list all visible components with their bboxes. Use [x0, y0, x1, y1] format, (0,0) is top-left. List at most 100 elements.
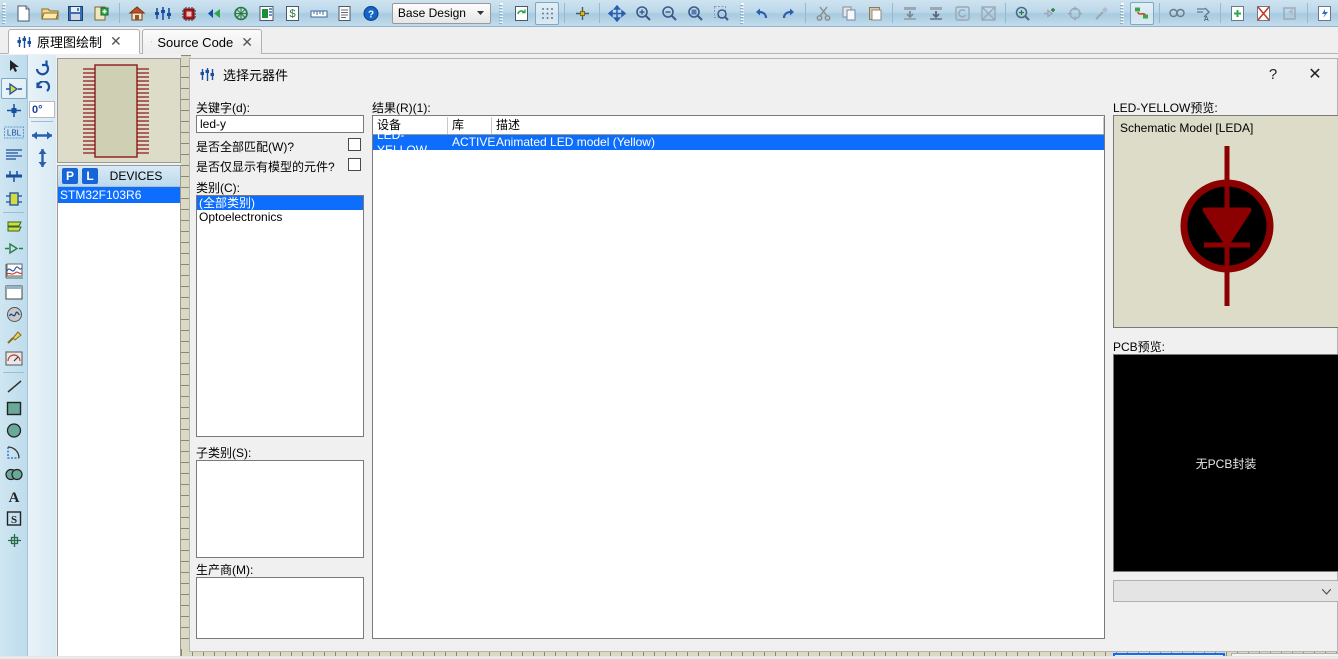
bom-icon[interactable]	[255, 2, 279, 25]
block-move-icon[interactable]	[924, 2, 948, 25]
bus-icon[interactable]	[1, 166, 27, 187]
list-item[interactable]: Optoelectronics	[197, 210, 363, 224]
rotate-ccw-icon[interactable]	[29, 79, 55, 100]
tab-schematic-close-icon[interactable]: ✕	[110, 33, 122, 50]
save-icon[interactable]	[64, 2, 88, 25]
design-selector[interactable]: Base Design	[391, 2, 492, 24]
list-item[interactable]: (全部类别)	[197, 196, 363, 210]
exit-sheet-icon[interactable]	[1278, 2, 1302, 25]
toolbar-grip-3[interactable]	[740, 2, 748, 24]
voltage-probe-icon[interactable]	[1, 326, 27, 347]
search-tag-icon[interactable]	[1165, 2, 1189, 25]
pan-icon[interactable]	[605, 2, 629, 25]
device-pin-icon[interactable]	[1, 238, 27, 259]
open-folder-icon[interactable]	[38, 2, 62, 25]
terminal-icon[interactable]	[1, 216, 27, 237]
symbol-tool-icon[interactable]: S	[1, 508, 27, 529]
origin-icon[interactable]	[570, 2, 594, 25]
junction-dot-icon[interactable]	[1, 100, 27, 121]
help-icon[interactable]: ?	[359, 2, 383, 25]
dialog-help-button[interactable]: ?	[1253, 60, 1293, 88]
netlist-icon[interactable]	[1313, 2, 1337, 25]
grid-icon[interactable]	[535, 1, 560, 25]
text-tool-icon[interactable]: A	[1, 486, 27, 507]
generator-icon[interactable]	[1, 304, 27, 325]
column-header-description[interactable]: 描述	[492, 116, 1104, 135]
packaging-tool-icon[interactable]	[1063, 2, 1087, 25]
property-assign-icon[interactable]: A	[1191, 2, 1215, 25]
dialog-close-button[interactable]: ✕	[1293, 60, 1337, 88]
3d-view-icon[interactable]	[203, 2, 227, 25]
path-tool-icon[interactable]	[1, 464, 27, 485]
tab-source-code[interactable]: 0101 Source Code ✕	[142, 29, 262, 54]
table-row[interactable]: LED-YELLOW ACTIVE Animated LED model (Ye…	[373, 128, 1104, 157]
block-copy-icon[interactable]	[898, 2, 922, 25]
home-icon[interactable]	[125, 2, 149, 25]
virtual-instrument-icon[interactable]	[1, 348, 27, 369]
subcircuit-icon[interactable]	[1, 188, 27, 209]
refresh-icon[interactable]	[509, 2, 533, 25]
tab-source-code-close-icon[interactable]: ✕	[241, 34, 253, 51]
text-script-icon[interactable]	[1, 144, 27, 165]
mirror-vertical-icon[interactable]	[29, 147, 55, 168]
copy-icon[interactable]	[837, 2, 861, 25]
subcategory-listbox[interactable]	[196, 460, 364, 558]
redo-icon[interactable]	[776, 2, 800, 25]
zoom-fit-icon[interactable]	[683, 2, 707, 25]
arc-tool-icon[interactable]	[1, 442, 27, 463]
decompose-icon[interactable]	[1089, 2, 1113, 25]
remove-sheet-icon[interactable]	[1252, 2, 1276, 25]
ruler-icon[interactable]	[307, 2, 331, 25]
new-sheet-icon[interactable]	[1226, 2, 1250, 25]
block-delete-icon[interactable]	[976, 2, 1000, 25]
new-file-icon[interactable]	[12, 2, 36, 25]
category-listbox[interactable]: (全部类别) Optoelectronics	[196, 195, 364, 437]
library-manager-button[interactable]: L	[82, 168, 98, 184]
line-tool-icon[interactable]	[1, 376, 27, 397]
package-selector[interactable]	[1113, 580, 1338, 602]
column-header-library[interactable]: 库	[448, 116, 492, 135]
graph-icon[interactable]	[1, 260, 27, 281]
undo-icon[interactable]	[750, 2, 774, 25]
paste-icon[interactable]	[863, 2, 887, 25]
column-header-device[interactable]: 设备	[373, 116, 448, 135]
box-tool-icon[interactable]	[1, 398, 27, 419]
report-icon[interactable]	[333, 2, 357, 25]
marker-tool-icon[interactable]	[1, 530, 27, 551]
zoom-in-icon[interactable]	[631, 2, 655, 25]
tape-recorder-icon[interactable]	[1, 282, 27, 303]
import-icon[interactable]	[90, 2, 114, 25]
manufacturer-listbox[interactable]	[196, 577, 364, 639]
toolbar-separator-6	[1005, 3, 1007, 23]
toolbar-grip-4[interactable]	[1120, 2, 1127, 24]
wire-autoroute-icon[interactable]	[1129, 1, 1154, 25]
rotation-angle-input[interactable]: 0°	[29, 101, 55, 118]
component-mode-icon[interactable]	[1, 78, 27, 99]
only-with-model-checkbox[interactable]	[348, 158, 361, 171]
block-rotate-icon[interactable]	[950, 2, 974, 25]
results-table[interactable]: 设备 库 描述 LED-YELLOW ACTIVE Animated LED m…	[372, 115, 1105, 639]
mirror-horizontal-icon[interactable]	[29, 125, 55, 146]
toolbar-grip[interactable]	[2, 2, 9, 24]
circle-tool-icon[interactable]	[1, 420, 27, 441]
tab-strip: 原理图绘制 ✕ 0101 Source Code ✕	[0, 27, 1338, 54]
cut-icon[interactable]	[811, 2, 835, 25]
toolbar-grip-2[interactable]	[499, 2, 507, 24]
tab-schematic[interactable]: 原理图绘制 ✕	[8, 29, 140, 54]
schematic-icon[interactable]	[151, 2, 175, 25]
price-icon[interactable]: $	[281, 2, 305, 25]
match-whole-checkbox[interactable]	[348, 138, 361, 151]
keyword-input[interactable]: led-y	[196, 115, 364, 133]
zoom-area-icon[interactable]	[709, 2, 733, 25]
pick-device-button[interactable]: P	[62, 168, 78, 184]
zoom-out-icon[interactable]	[657, 2, 681, 25]
overview-preview-panel[interactable]	[57, 58, 181, 163]
wire-label-icon[interactable]: LBL	[1, 122, 27, 143]
pcb-chip-icon[interactable]	[177, 2, 201, 25]
selection-arrow-icon[interactable]	[1, 56, 27, 77]
list-item[interactable]: STM32F103R6	[58, 187, 180, 203]
pick-device-icon[interactable]	[1011, 2, 1035, 25]
simulation-icon[interactable]	[229, 2, 253, 25]
make-device-icon[interactable]	[1037, 2, 1061, 25]
rotate-cw-icon[interactable]	[29, 57, 55, 78]
